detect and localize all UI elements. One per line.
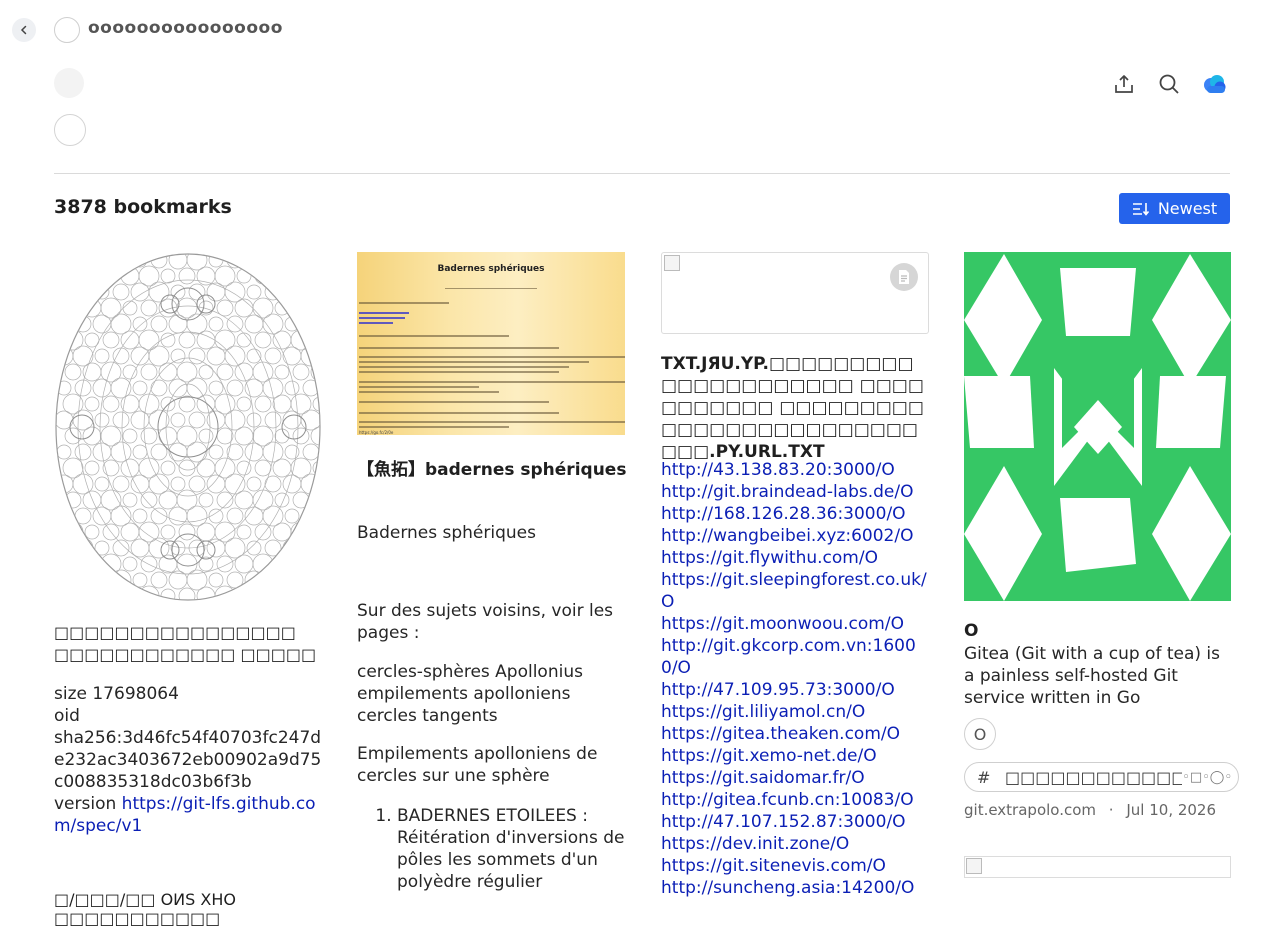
chevron-left-icon xyxy=(20,25,27,35)
sort-icon xyxy=(1132,202,1149,216)
card-description: size 17698064 oid sha256:3d46fc54f40703f… xyxy=(54,683,324,837)
card-footer-text: □/□□□/□□ OИS XHO □□□□□□□□□□□ xyxy=(54,890,236,928)
card-paragraph: cercles-sphères Apollonius empilements a… xyxy=(357,662,583,726)
card-paragraph: Sur des sujets voisins, voir les pages : xyxy=(357,601,614,643)
back-button[interactable] xyxy=(12,18,36,42)
link-item[interactable]: https://git.liliyamol.cn/O xyxy=(661,701,929,723)
tag-input-placeholder: □□□□□□□□□□□□□□□□□□□□ xyxy=(1005,767,1183,787)
header-divider xyxy=(54,173,1230,174)
list-item: BADERNES ETOILEES : Réitération d'invers… xyxy=(397,805,662,893)
link-item[interactable]: http://suncheng.asia:14200/O xyxy=(661,877,929,899)
bookmark-date: Jul 10, 2026 xyxy=(1126,801,1217,819)
card-title[interactable]: □□□□□□□□□□□□□□□□ □□□□□□□□□□□□ □□□□□ xyxy=(54,622,322,666)
meta-separator: · xyxy=(1108,801,1114,819)
link-item[interactable]: http://168.126.28.36:3000/O xyxy=(661,503,929,525)
card-thumbnail[interactable] xyxy=(964,252,1231,601)
identicon-image xyxy=(964,254,1231,601)
link-item[interactable]: https://gitea.theaken.com/O xyxy=(661,723,929,745)
thumbnail-caption: https://go.fc/2/0e xyxy=(359,430,394,435)
oid-value: sha256:3d46fc54f40703fc247de232ac3403672… xyxy=(54,728,322,792)
card-list: BADERNES ETOILEES : Réitération d'invers… xyxy=(357,805,662,893)
broken-image-icon xyxy=(664,255,680,271)
sort-label: Newest xyxy=(1157,199,1218,218)
search-button[interactable] xyxy=(1156,71,1182,97)
version-row: version https://git-lfs.github.com/spec/… xyxy=(54,793,324,837)
link-item[interactable]: http://git.gkcorp.com.vn:16000/O xyxy=(661,635,929,679)
sort-button[interactable]: Newest xyxy=(1119,193,1230,224)
link-item[interactable]: http://wangbeibei.xyz:6002/O xyxy=(661,525,929,547)
tag-input[interactable]: # □□□□□□□□□□□□□□□□□□□□ ◦□◦◯◦ xyxy=(964,762,1239,792)
profile-placeholder xyxy=(54,68,84,98)
broken-image-icon xyxy=(966,858,982,874)
link-item[interactable]: https://git.sitenevis.com/O xyxy=(661,855,929,877)
link-item[interactable]: http://43.138.83.20:3000/O xyxy=(661,459,929,481)
link-list: http://43.138.83.20:3000/O http://git.bra… xyxy=(661,459,929,899)
card-thumbnail[interactable] xyxy=(54,252,322,602)
cloud-button[interactable] xyxy=(1201,71,1227,97)
card-paragraph: Empilements apolloniens de cercles sur u… xyxy=(357,744,598,786)
card-meta: git.extrapolo.com · Jul 10, 2026 xyxy=(964,801,1216,819)
link-item[interactable]: https://git.xemo-net.de/O xyxy=(661,745,929,767)
link-item[interactable]: http://gitea.fcunb.cn:10083/O xyxy=(661,789,929,811)
link-item[interactable]: https://git.sleepingforest.co.uk/O xyxy=(661,569,929,613)
bookmark-count: 3878 bookmarks xyxy=(54,196,232,218)
card-thumbnail[interactable] xyxy=(661,252,929,334)
hash-icon: # xyxy=(977,767,991,787)
cloud-icon xyxy=(1204,75,1226,93)
source-domain[interactable]: git.extrapolo.com xyxy=(964,801,1096,819)
tag-input-indicator: ◦□◦◯◦ xyxy=(1182,769,1232,785)
size-text: size 17698064 xyxy=(54,684,179,704)
card-thumbnail[interactable]: Badernes sphériques https://go.fc/2/0e xyxy=(357,252,625,435)
link-item[interactable]: https://dev.init.zone/O xyxy=(661,833,929,855)
link-item[interactable]: https://git.flywithu.com/O xyxy=(661,547,929,569)
link-item[interactable]: https://git.moonwoou.com/O xyxy=(661,613,929,635)
card-subtitle: Badernes sphériques xyxy=(357,523,536,543)
tag-chip[interactable]: O xyxy=(964,718,996,750)
card-description: Gitea (Git with a cup of tea) is a painl… xyxy=(964,644,1220,708)
card-title[interactable]: 【魚拓】badernes sphériques xyxy=(357,459,627,481)
card-title[interactable]: TXT.JЯU.YP.□□□□□□□□□□□□□□□□□□□□□ □□□□□□□… xyxy=(661,353,929,463)
oid-label: oid xyxy=(54,706,80,726)
user-avatar[interactable] xyxy=(54,17,80,43)
card-title[interactable]: O xyxy=(964,621,978,641)
link-item[interactable]: http://47.109.95.73:3000/O xyxy=(661,679,929,701)
link-item[interactable]: https://git.saidomar.fr/O xyxy=(661,767,929,789)
share-button[interactable] xyxy=(1111,71,1137,97)
version-label: version xyxy=(54,794,122,814)
share-icon xyxy=(1115,75,1133,93)
link-item[interactable]: http://git.braindead-labs.de/O xyxy=(661,481,929,503)
card-thumbnail[interactable] xyxy=(964,856,1231,878)
link-item[interactable]: http://47.107.152.87:3000/O xyxy=(661,811,929,833)
search-icon xyxy=(1159,74,1179,94)
document-icon xyxy=(890,263,918,291)
thumbnail-title: Badernes sphériques xyxy=(437,264,545,274)
profile-avatar[interactable] xyxy=(54,114,86,146)
user-name[interactable]: oooooooooooooooo xyxy=(88,18,283,38)
